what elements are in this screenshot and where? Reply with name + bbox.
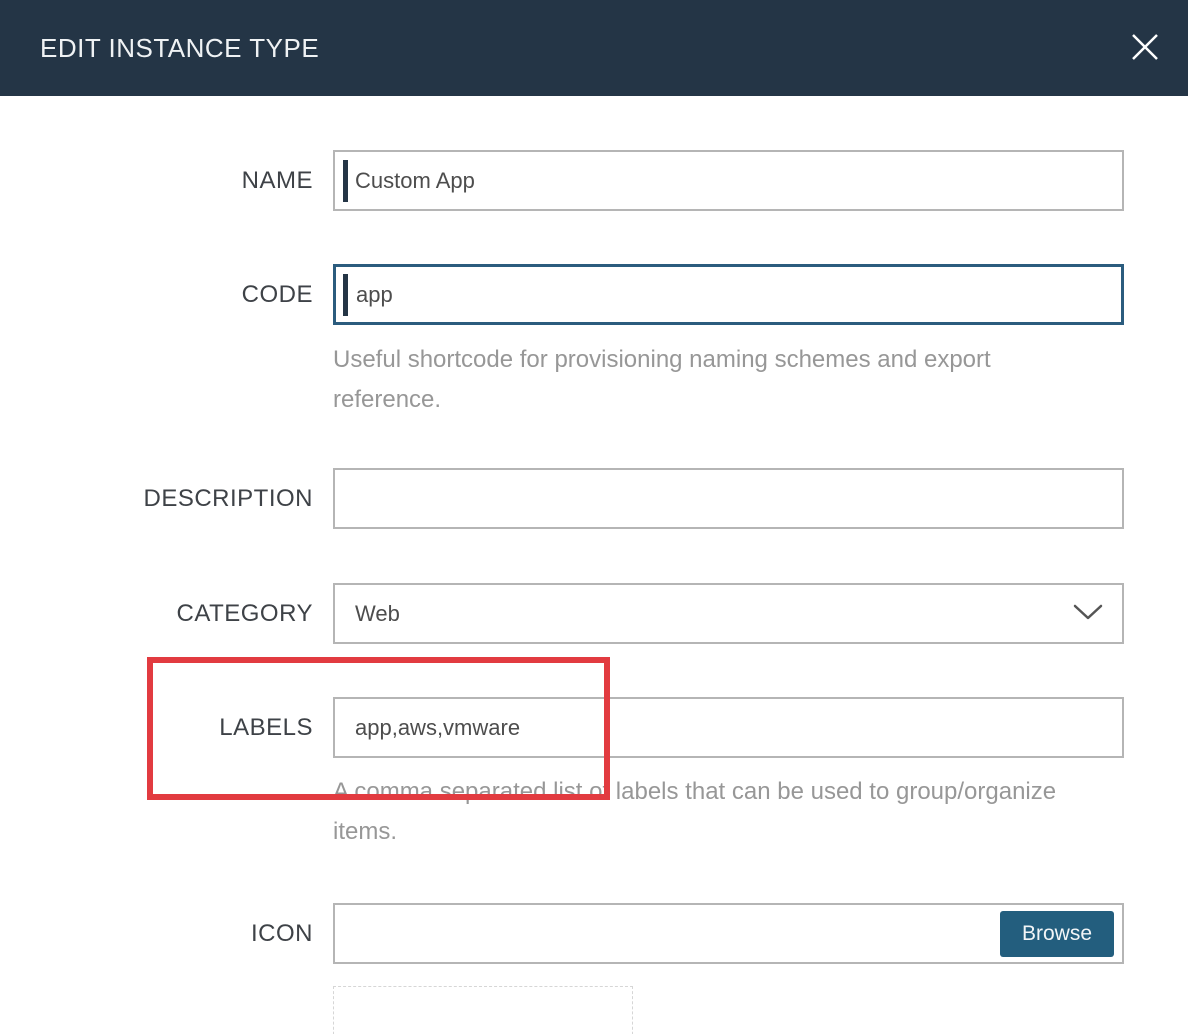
code-help-text: Useful shortcode for provisioning naming… <box>333 340 1103 420</box>
description-input[interactable] <box>333 468 1124 529</box>
category-select-wrap: Web <box>333 583 1124 644</box>
labels-help-text: A comma separated list of labels that ca… <box>333 772 1103 852</box>
icon-input-wrap: Browse <box>333 903 1124 964</box>
name-field-row: NAME <box>0 150 1188 211</box>
close-icon <box>1129 31 1161 66</box>
labels-field-row: LABELS <box>0 697 1188 758</box>
name-input[interactable] <box>333 150 1124 211</box>
description-label: DESCRIPTION <box>0 485 313 513</box>
modal-title: EDIT INSTANCE TYPE <box>40 33 319 64</box>
labels-input[interactable] <box>333 697 1124 758</box>
chevron-down-icon <box>1072 601 1104 627</box>
input-accent-bar <box>343 160 348 202</box>
icon-field-row: ICON Browse <box>0 903 1188 964</box>
modal-header: EDIT INSTANCE TYPE <box>0 0 1188 96</box>
browse-button[interactable]: Browse <box>1000 911 1114 957</box>
input-accent-bar <box>343 274 348 316</box>
code-input[interactable] <box>333 264 1124 325</box>
name-label: NAME <box>0 167 313 195</box>
labels-label: LABELS <box>0 714 313 742</box>
icon-label: ICON <box>0 920 313 948</box>
close-button[interactable] <box>1120 23 1170 73</box>
description-input-wrap <box>333 468 1124 529</box>
code-label: CODE <box>0 281 313 309</box>
icon-preview-dropzone[interactable] <box>333 986 633 1034</box>
code-field-row: CODE <box>0 264 1188 325</box>
name-input-wrap <box>333 150 1124 211</box>
category-selected-value: Web <box>355 601 400 627</box>
category-label: CATEGORY <box>0 600 313 628</box>
category-select[interactable]: Web <box>333 583 1124 644</box>
code-input-wrap <box>333 264 1124 325</box>
labels-input-wrap <box>333 697 1124 758</box>
description-field-row: DESCRIPTION <box>0 468 1188 529</box>
edit-instance-type-modal: EDIT INSTANCE TYPE NAME CODE Useful shor… <box>0 0 1188 1034</box>
category-field-row: CATEGORY Web <box>0 583 1188 644</box>
